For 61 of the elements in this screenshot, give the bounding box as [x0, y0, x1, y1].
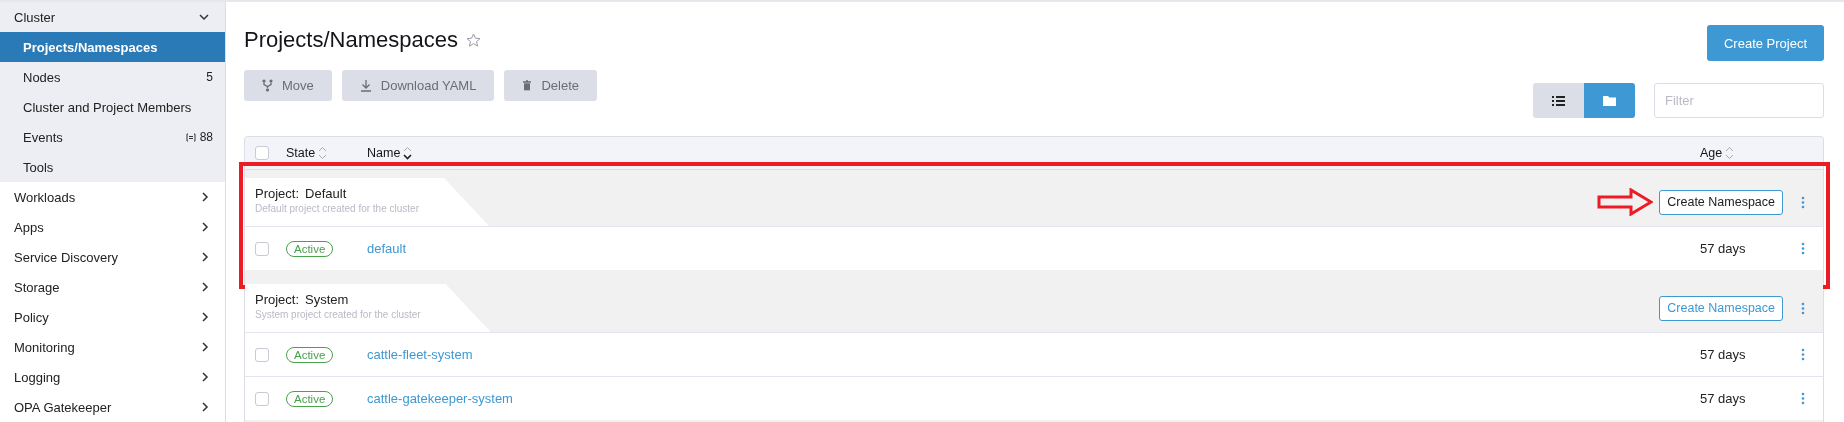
- chevron-right-icon: [202, 222, 209, 232]
- trash-icon: [522, 80, 533, 91]
- chevron-down-icon: [199, 13, 209, 21]
- sidebar-item[interactable]: Projects/Namespaces: [0, 32, 225, 62]
- item-count: 5: [206, 70, 213, 84]
- more-icon[interactable]: [1801, 348, 1805, 361]
- project-label: Project:: [255, 292, 300, 307]
- sidebar-item[interactable]: Events 88: [0, 122, 225, 152]
- item-count: 88: [185, 130, 213, 144]
- more-icon[interactable]: [1801, 392, 1805, 405]
- more-icon[interactable]: [1801, 242, 1805, 255]
- sidebar-group[interactable]: OPA Gatekeeper: [0, 392, 225, 422]
- sidebar-group[interactable]: Policy: [0, 302, 225, 332]
- sort-icon: [403, 146, 413, 160]
- checkbox[interactable]: [255, 347, 269, 362]
- project-label: Project:: [255, 186, 300, 201]
- column-header[interactable]: Name: [367, 146, 1700, 160]
- chevron-right-icon: [202, 282, 209, 292]
- chevron-right-icon: [202, 342, 209, 352]
- sidebar-group[interactable]: Apps: [0, 212, 225, 242]
- age-cell-text: 57 days: [1700, 347, 1747, 362]
- star-icon[interactable]: [466, 32, 481, 48]
- sidebar-group[interactable]: Logging: [0, 362, 225, 392]
- column-header[interactable]: State: [286, 146, 367, 160]
- sidebar-item[interactable]: Nodes 5: [0, 62, 225, 92]
- sidebar-group[interactable]: Storage: [0, 272, 225, 302]
- chevron-right-icon: [202, 192, 209, 202]
- create-namespace-button[interactable]: Create Namespace: [1659, 189, 1783, 215]
- age-cell-text: 57 days: [1700, 241, 1747, 256]
- checkbox[interactable]: [255, 391, 269, 406]
- view-toggle-button[interactable]: [1584, 83, 1635, 118]
- sort-icon: [1725, 146, 1735, 160]
- view-toggle-button[interactable]: [1533, 83, 1584, 118]
- sidebar-group[interactable]: Monitoring: [0, 332, 225, 362]
- arrow-icon: [1597, 188, 1654, 216]
- filter-field[interactable]: Filter: [1654, 83, 1824, 118]
- checkbox[interactable]: [255, 241, 269, 256]
- age-cell-text: 57 days: [1700, 391, 1747, 406]
- chevron-right-icon: [202, 372, 209, 382]
- project-description: Default project created for the cluster: [255, 203, 419, 214]
- sidebar-group[interactable]: Service Discovery: [0, 242, 225, 272]
- column-header[interactable]: Age: [1700, 146, 1783, 160]
- fork-icon: [262, 79, 273, 92]
- chevron-right-icon: [202, 252, 209, 262]
- sort-icon: [318, 146, 328, 160]
- page-title: Projects/Namespaces: [244, 27, 458, 53]
- download-icon: [359, 79, 372, 92]
- sidebar-group[interactable]: Workloads: [0, 182, 225, 212]
- more-icon[interactable]: [1801, 301, 1805, 315]
- sidebar-group[interactable]: Cluster: [0, 2, 225, 32]
- chevron-right-icon: [202, 312, 209, 322]
- sidebar-item[interactable]: Cluster and Project Members: [0, 92, 225, 122]
- project-description: System project created for the cluster: [255, 309, 421, 320]
- project-name: Default: [305, 186, 347, 201]
- project-name: System: [305, 292, 349, 307]
- folder-icon: [1603, 95, 1616, 106]
- checkbox[interactable]: [255, 146, 269, 160]
- more-icon[interactable]: [1801, 195, 1805, 209]
- list-icon: [1552, 95, 1565, 106]
- sidebar-item[interactable]: Tools: [0, 152, 225, 182]
- chevron-right-icon: [202, 402, 209, 412]
